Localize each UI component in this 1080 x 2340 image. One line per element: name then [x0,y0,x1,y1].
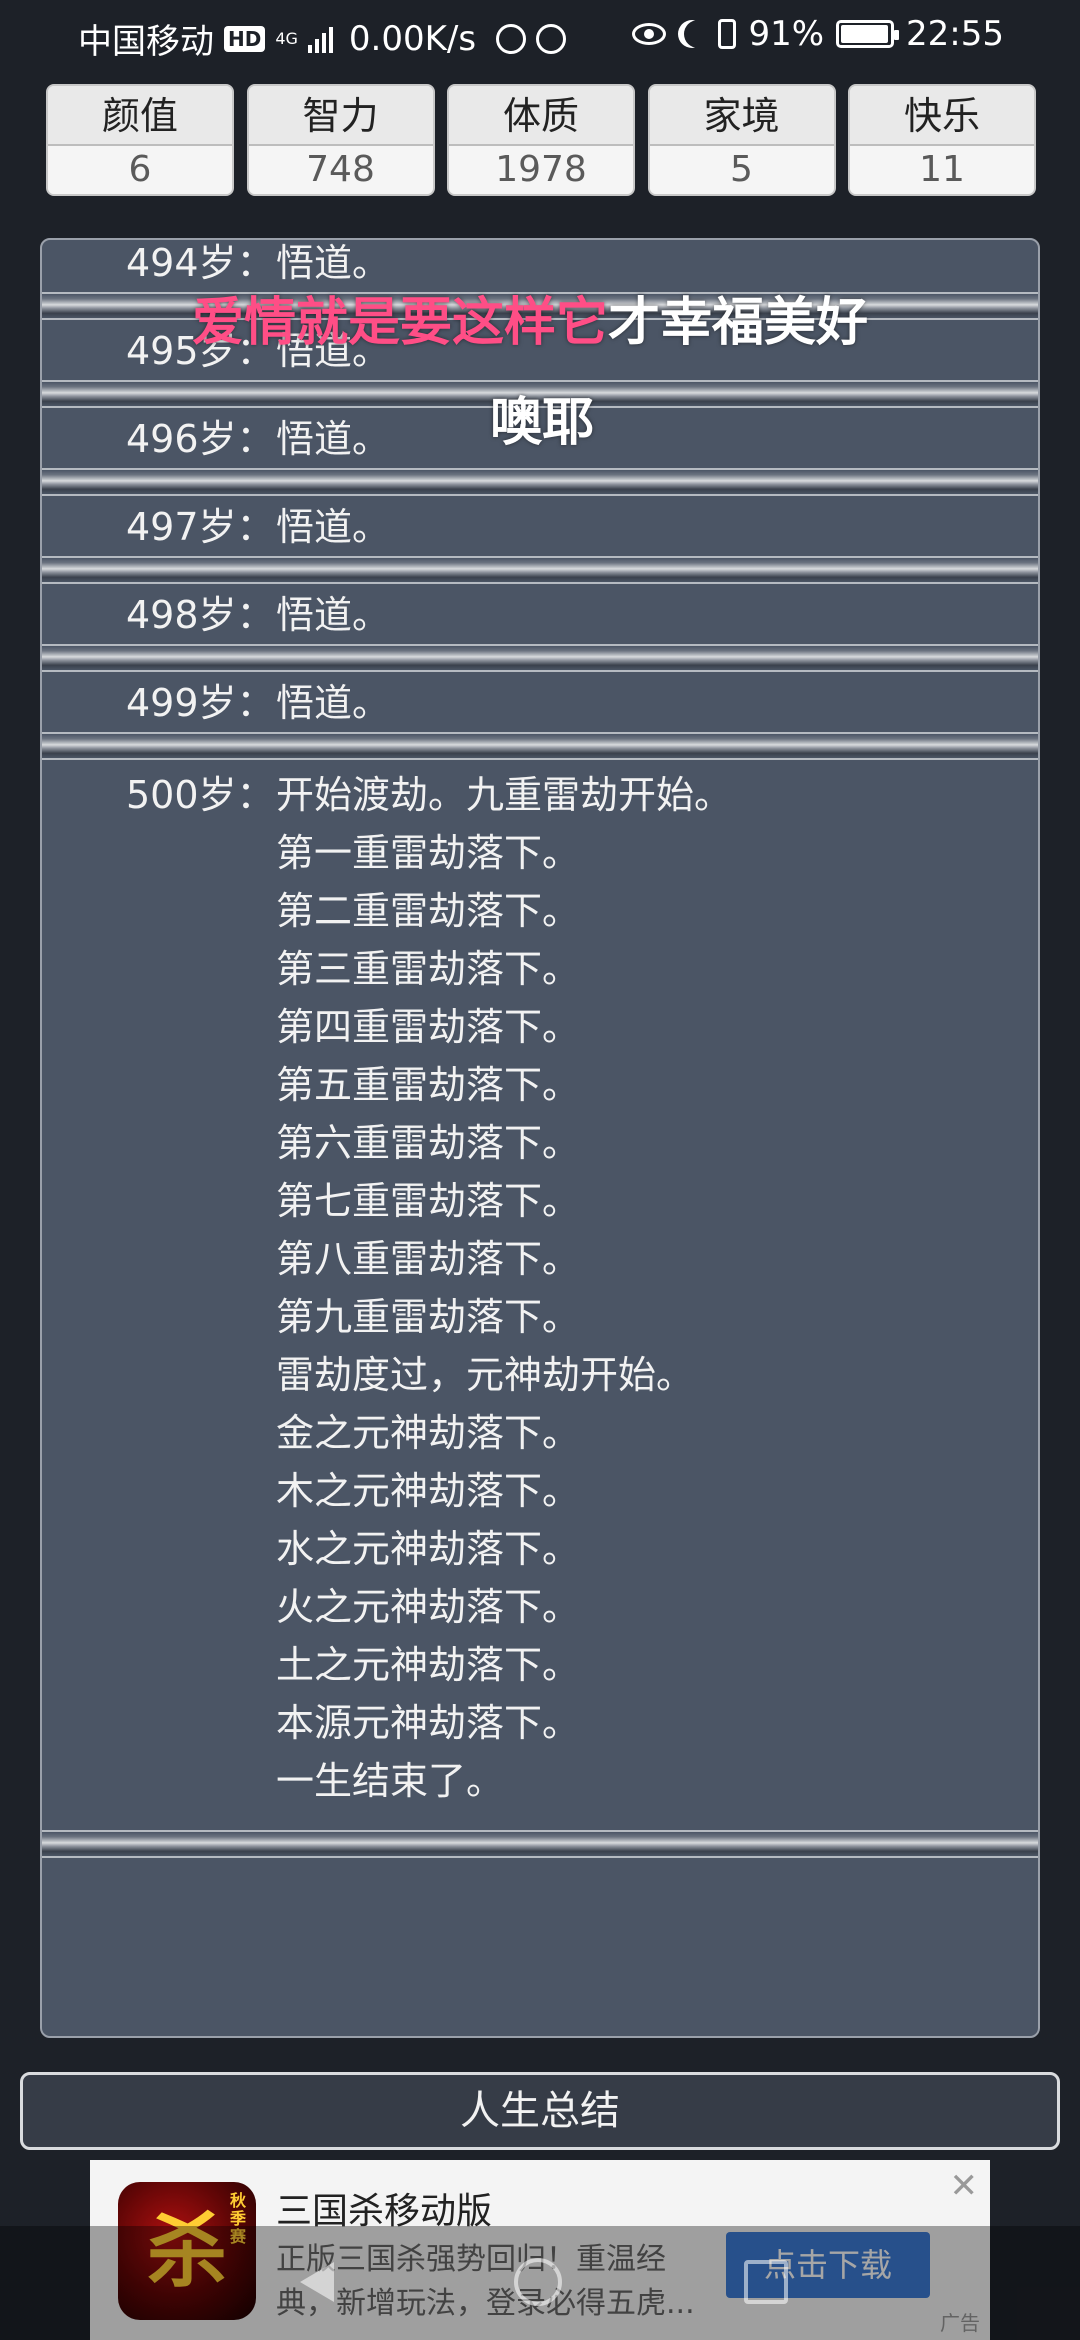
log-divider [42,468,1038,496]
log-event: 第四重雷劫落下。 [276,1005,581,1049]
stat-value: 6 [48,146,232,194]
vibrate-icon [718,19,737,49]
log-event: 第八重雷劫落下。 [276,1237,581,1281]
log-event: 第七重雷劫落下。 [276,1179,581,1223]
carrier-name: 中国移动 [78,22,214,62]
status-bar: 中国移动 HD 4G 0.00K/s 91% 22:55 [0,0,1080,72]
danmaku-comment-2: 噢耶 [490,393,595,453]
log-event: 水之元神劫落下。 [276,1527,581,1571]
log-event: 第九重雷劫落下。 [276,1295,581,1339]
log-event: 第一重雷劫落下。 [276,831,581,875]
stat-value: 11 [850,146,1034,194]
signal-icon [307,25,333,53]
stat-label: 智力 [248,86,433,146]
stat-label: 家境 [649,86,834,146]
stat-value: 748 [248,146,433,194]
log-entry: 500岁： 开始渡劫。九重雷劫开始。 第一重雷劫落下。 第二重雷劫落下。 第三重… [42,766,1038,1810]
danmaku-pink-text: 爱情就是要这样它 [192,293,609,353]
stat-label: 体质 [449,86,633,146]
network-speed: 0.00K/s [348,18,477,59]
clock: 22:55 [906,14,1004,54]
log-divider [42,1830,1038,1858]
do-not-disturb-icon [684,20,712,48]
back-icon[interactable] [300,2262,334,2302]
danmaku-white-text: 才幸福美好 [608,293,869,353]
stat-value: 5 [649,146,834,194]
globe-icon [536,23,567,54]
life-log-panel[interactable]: 494岁： 悟道。 495岁： 悟道。 496岁： 悟道。 497岁： 悟道。 … [40,238,1040,2038]
stat-appearance: 颜值 6 [46,84,234,196]
stat-happiness: 快乐 11 [848,84,1036,196]
attribute-stats: 颜值 6 智力 748 体质 1978 家境 5 快乐 11 [46,84,1036,196]
log-entry: 498岁： 悟道。 [42,586,1038,644]
log-divider [42,732,1038,760]
log-event: 第六重雷劫落下。 [276,1121,581,1165]
navigation-bar [0,2226,1080,2340]
danmaku-comment: 爱情就是要这样它才幸福美好 [192,280,868,355]
recent-apps-icon[interactable] [744,2260,788,2304]
log-age: 498岁： [126,593,275,637]
log-divider [42,644,1038,672]
log-event: 火之元神劫落下。 [276,1585,581,1629]
home-icon[interactable] [514,2258,562,2306]
stat-label: 颜值 [48,86,232,146]
log-event: 雷劫度过，元神劫开始。 [276,1353,695,1397]
life-summary-button[interactable]: 人生总结 [20,2072,1060,2150]
battery-icon [836,20,900,48]
log-event: 木之元神劫落下。 [276,1469,581,1513]
log-age: 500岁： [126,773,275,817]
log-event: 第二重雷劫落下。 [276,889,581,933]
log-event: 第三重雷劫落下。 [276,947,581,991]
stat-family: 家境 5 [647,84,836,196]
eye-comfort-icon [632,23,667,45]
stat-value: 1978 [449,146,633,194]
log-event: 悟道。 [276,505,391,549]
network-type: 4G [275,28,298,48]
log-event: 悟道。 [276,681,391,725]
log-divider [42,556,1038,584]
stat-constitution: 体质 1978 [447,84,635,196]
close-icon[interactable]: ✕ [950,2166,979,2206]
battery-percent: 91% [748,14,825,54]
log-entry: 499岁： 悟道。 [42,674,1038,732]
log-entry: 497岁： 悟道。 [42,498,1038,556]
log-event: 本源元神劫落下。 [276,1701,581,1745]
log-event: 悟道。 [276,593,391,637]
log-event: 第五重雷劫落下。 [276,1063,581,1107]
stat-label: 快乐 [850,86,1034,146]
log-event: 开始渡劫。九重雷劫开始。 [276,773,733,817]
log-event: 一生结束了。 [276,1759,505,1803]
log-age: 496岁： [126,417,275,461]
nfc-icon [496,23,527,54]
hd-badge: HD [224,25,266,52]
log-event: 悟道。 [276,417,391,461]
log-event: 金之元神劫落下。 [276,1411,581,1455]
stat-intelligence: 智力 748 [246,84,435,196]
log-age: 497岁： [126,505,275,549]
log-age: 499岁： [126,681,275,725]
log-event: 土之元神劫落下。 [276,1643,581,1687]
